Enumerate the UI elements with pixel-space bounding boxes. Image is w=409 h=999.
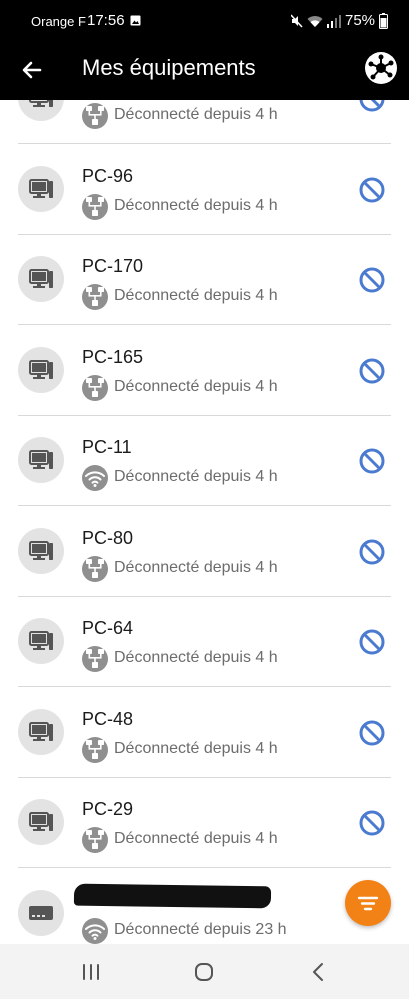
redacted-device-name bbox=[73, 883, 272, 908]
device-row[interactable]: PC-80 Déconnecté depuis 4 h bbox=[0, 507, 409, 597]
connection-type-badge bbox=[82, 465, 108, 491]
desktop-pc-icon bbox=[29, 269, 53, 288]
connection-type-badge bbox=[82, 374, 108, 401]
page-title: Mes équipements bbox=[82, 55, 256, 80]
desktop-pc-icon bbox=[29, 540, 53, 560]
ethernet-icon bbox=[86, 649, 104, 668]
wifi-icon bbox=[307, 15, 323, 27]
ethernet-icon bbox=[86, 558, 104, 578]
device-name: PC-48 bbox=[82, 708, 134, 729]
device-status: Déconnecté depuis 4 h bbox=[114, 196, 278, 214]
system-nav-bar bbox=[0, 944, 409, 999]
ethernet-icon bbox=[86, 830, 104, 849]
ethernet-icon bbox=[86, 106, 104, 125]
battery-icon bbox=[379, 13, 388, 29]
device-row[interactable]: PC-11 Déconnecté depuis 4 h bbox=[0, 416, 409, 506]
device-avatar bbox=[18, 527, 64, 574]
system-indicators bbox=[291, 13, 341, 29]
device-name: PC-11 bbox=[82, 437, 132, 457]
device-status: Déconnecté depuis 4 h bbox=[114, 649, 278, 666]
device-avatar bbox=[18, 437, 64, 483]
desktop-pc-icon bbox=[29, 721, 53, 741]
block-icon[interactable] bbox=[358, 447, 386, 475]
desktop-pc-icon bbox=[29, 812, 53, 831]
device-name: PC-29 bbox=[82, 799, 134, 819]
device-name: PC-170 bbox=[82, 256, 144, 276]
device-status: Déconnecté depuis 4 h bbox=[114, 377, 278, 395]
device-name: PC-96 bbox=[82, 165, 134, 186]
device-status: Déconnecté depuis 4 h bbox=[114, 468, 278, 485]
sort-filter-icon bbox=[357, 896, 379, 911]
block-icon[interactable] bbox=[358, 100, 386, 113]
desktop-pc-icon bbox=[29, 631, 53, 650]
wifi-icon bbox=[85, 923, 105, 940]
connection-type-badge bbox=[82, 284, 108, 310]
connection-type-badge bbox=[82, 917, 108, 944]
device-name: PC-80 bbox=[82, 527, 134, 548]
device-row[interactable]: PC-29 Déconnecté depuis 4 h bbox=[0, 778, 409, 868]
block-icon[interactable] bbox=[358, 628, 386, 656]
network-hub-icon bbox=[368, 54, 394, 80]
arrow-left-icon[interactable] bbox=[18, 56, 46, 84]
device-name: PC-64 bbox=[82, 618, 134, 638]
device-status: Déconnecté depuis 4 h bbox=[114, 287, 278, 304]
signal-icon bbox=[327, 14, 341, 28]
device-list: Déconnecté depuis 4 h PC-96 Déconnecté dep… bbox=[0, 100, 409, 944]
connection-type-badge bbox=[82, 736, 108, 763]
ethernet-icon bbox=[86, 739, 104, 759]
device-row[interactable]: PC-165 Déconnecté depuis 4 h bbox=[0, 326, 409, 416]
block-icon[interactable] bbox=[358, 176, 386, 204]
recent-apps-icon[interactable] bbox=[78, 959, 104, 985]
device-status: Déconnecté depuis 4 h bbox=[114, 830, 278, 847]
device-status: Déconnecté depuis 4 h bbox=[114, 106, 278, 123]
device-row[interactable]: PC-48 Déconnecté depuis 4 h bbox=[0, 688, 409, 778]
block-icon[interactable] bbox=[358, 809, 386, 837]
block-icon[interactable] bbox=[358, 357, 386, 385]
clock: 17:56 bbox=[87, 12, 125, 29]
connection-type-badge bbox=[82, 555, 108, 582]
device-avatar bbox=[18, 799, 64, 845]
ethernet-icon bbox=[86, 377, 104, 397]
device-avatar bbox=[18, 165, 64, 212]
device-avatar bbox=[18, 346, 64, 393]
chevron-left-icon[interactable] bbox=[305, 959, 331, 985]
device-avatar bbox=[18, 889, 64, 936]
ethernet-icon bbox=[86, 196, 104, 216]
desktop-pc-icon bbox=[29, 100, 53, 107]
device-status: Déconnecté depuis 4 h bbox=[114, 739, 278, 757]
battery-percent: 75% bbox=[345, 12, 376, 29]
device-name: PC-165 bbox=[82, 346, 144, 367]
network-hub-button[interactable] bbox=[365, 52, 397, 84]
wifi-icon bbox=[85, 471, 105, 487]
desktop-pc-icon bbox=[29, 359, 53, 379]
device-row[interactable]: PC-170 Déconnecté depuis 4 h bbox=[0, 235, 409, 325]
connection-type-badge bbox=[82, 827, 108, 853]
app-bar: Mes équipements bbox=[0, 44, 409, 100]
home-icon[interactable] bbox=[191, 959, 217, 985]
gallery-notification-icon bbox=[130, 15, 141, 26]
device-row[interactable]: Déconnecté depuis 4 h bbox=[0, 100, 409, 144]
block-icon[interactable] bbox=[358, 266, 386, 294]
status-bar: Orange F 17:56 75% bbox=[0, 0, 409, 44]
connection-type-badge bbox=[82, 193, 108, 220]
block-icon[interactable] bbox=[358, 538, 386, 566]
device-avatar bbox=[18, 618, 64, 664]
desktop-pc-icon bbox=[29, 178, 53, 198]
connection-type-badge bbox=[82, 103, 108, 129]
device-row[interactable]: PC-64 Déconnecté depuis 4 h bbox=[0, 597, 409, 687]
block-icon[interactable] bbox=[358, 719, 386, 747]
device-row[interactable]: PC-96 Déconnecté depuis 4 h bbox=[0, 145, 409, 235]
mute-icon bbox=[291, 14, 303, 28]
device-avatar bbox=[18, 256, 64, 302]
ethernet-icon bbox=[86, 287, 104, 306]
device-status: Déconnecté depuis 4 h bbox=[114, 558, 278, 576]
device-avatar bbox=[18, 100, 64, 121]
device-avatar bbox=[18, 708, 64, 755]
carrier-label: Orange F bbox=[31, 14, 86, 29]
connection-type-badge bbox=[82, 646, 108, 672]
tv-box-icon bbox=[29, 905, 53, 920]
desktop-pc-icon bbox=[29, 450, 53, 469]
sort-filter-button[interactable] bbox=[345, 880, 391, 926]
device-status: Déconnecté depuis 23 h bbox=[114, 920, 287, 938]
